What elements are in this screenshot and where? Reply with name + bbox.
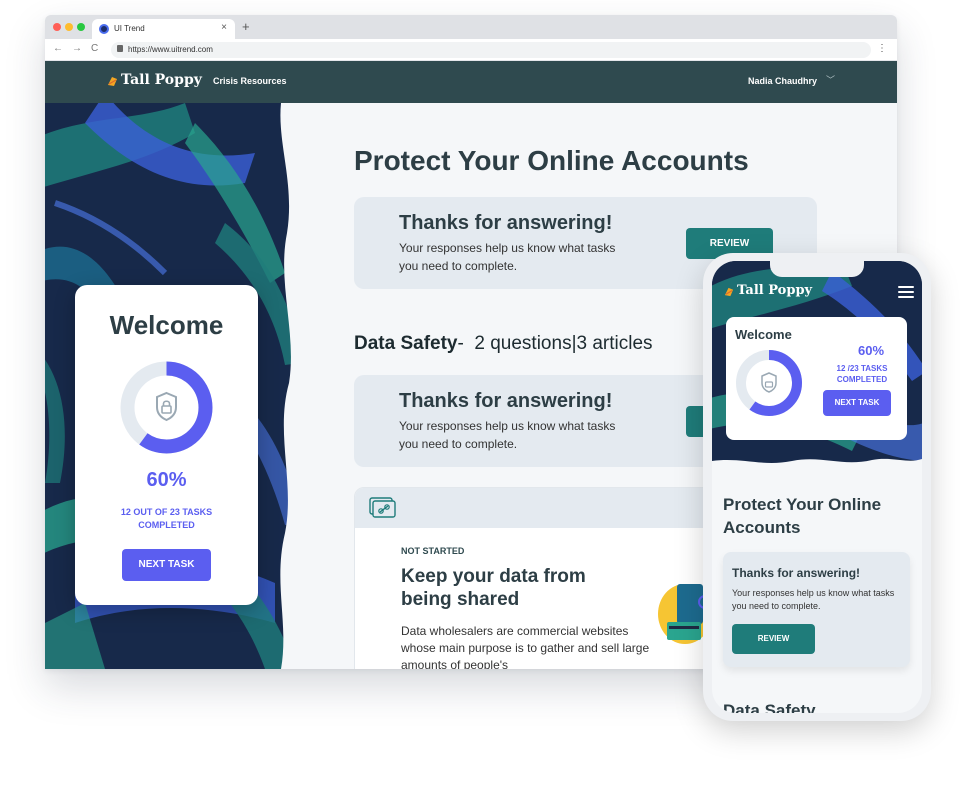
url-field[interactable]: https://www.uitrend.com [111, 42, 871, 58]
next-task-button[interactable]: NEXT TASK [122, 549, 211, 581]
card-text: Your responses help us know what tasks y… [399, 241, 616, 273]
card-text: Your responses help us know what tasks y… [399, 419, 616, 451]
welcome-card: Welcome 60% 12 OUT OF 23 TASKS COMPLETED… [75, 285, 258, 605]
maximize-window-button[interactable] [77, 23, 85, 31]
hamburger-menu-icon[interactable] [898, 286, 914, 301]
user-menu[interactable]: Nadia Chaudhry [748, 76, 817, 86]
new-tab-button[interactable]: + [242, 19, 250, 34]
article-text: Data wholesalers are commercial websites… [401, 624, 650, 669]
logo-text[interactable]: Tall Poppy [121, 72, 202, 88]
back-icon[interactable]: ← [53, 43, 63, 54]
phone-answers-card: Thanks for answering! Your responses hel… [723, 552, 910, 667]
poppy-logo-icon [724, 287, 734, 297]
phone-card-heading: Thanks for answering! [732, 566, 861, 580]
reload-icon[interactable]: C [91, 43, 98, 54]
forward-icon[interactable]: → [72, 43, 82, 54]
lock-icon [117, 45, 123, 52]
phone-review-button[interactable]: REVIEW [732, 624, 815, 654]
shield-lock-icon [761, 372, 777, 393]
address-bar: ← → C https://www.uitrend.com ⋮ [45, 39, 897, 61]
progress-ring [120, 361, 213, 454]
phone-progress-percent: 60% [857, 343, 885, 358]
tab-title: UI Trend [114, 24, 145, 33]
link-card-icon [369, 497, 396, 518]
article-title: Keep your data from being shared [401, 566, 586, 610]
close-window-button[interactable] [53, 23, 61, 31]
app-header: Tall Poppy Crisis Resources Nadia Chaudh… [45, 61, 897, 103]
tab-bar: UI Trend × + [45, 15, 897, 39]
page-title: Protect Your Online Accounts [354, 145, 749, 176]
phone-mockup: Tall Poppy Welcome 60% 12 /23 TASKS COMP… [703, 253, 931, 721]
chevron-down-icon[interactable]: ﹀ [826, 73, 835, 86]
section-separator: - [457, 333, 464, 354]
questions-count: 2 questions [474, 333, 572, 354]
phone-tasks-text: 12 /23 TASKS COMPLETED [836, 364, 888, 384]
tasks-completed-text: 12 OUT OF 23 TASKS COMPLETED [120, 507, 213, 530]
phone-welcome-title: Welcome [735, 327, 792, 342]
browser-menu-icon[interactable]: ⋮ [877, 43, 887, 54]
phone-section-heading: Data Safety [723, 701, 816, 713]
articles-count: 3 articles [576, 333, 653, 354]
tab-close-icon[interactable]: × [221, 22, 227, 33]
card-heading: Thanks for answering! [399, 390, 613, 412]
phone-page-title: Protect Your Online Accounts [723, 495, 882, 537]
phone-progress-ring [736, 350, 802, 416]
progress-percent: 60% [146, 469, 187, 491]
hero-illustration-panel: Welcome 60% 12 OUT OF 23 TASKS COMPLETED… [45, 103, 305, 669]
phone-notch [770, 261, 864, 277]
welcome-title: Welcome [109, 310, 224, 340]
phone-welcome-card: Welcome 60% 12 /23 TASKS COMPLETED NEXT … [726, 317, 907, 440]
shield-lock-icon [156, 391, 177, 422]
section-heading: Data Safety- 2 questions|3 articles [354, 333, 653, 355]
phone-logo-text[interactable]: Tall Poppy [737, 283, 812, 298]
status-badge: NOT STARTED [401, 546, 465, 556]
poppy-logo-icon [108, 77, 117, 86]
section-name: Data Safety [354, 333, 458, 354]
favicon-icon [99, 24, 109, 34]
card-heading: Thanks for answering! [399, 212, 613, 234]
minimize-window-button[interactable] [65, 23, 73, 31]
url-text: https://www.uitrend.com [128, 45, 213, 54]
crisis-resources-link[interactable]: Crisis Resources [213, 76, 287, 86]
phone-screen: Tall Poppy Welcome 60% 12 /23 TASKS COMP… [712, 261, 922, 713]
browser-tab[interactable]: UI Trend × [92, 19, 235, 39]
phone-next-task-button[interactable]: NEXT TASK [823, 390, 891, 416]
phone-card-text: Your responses help us know what tasks y… [732, 588, 895, 611]
